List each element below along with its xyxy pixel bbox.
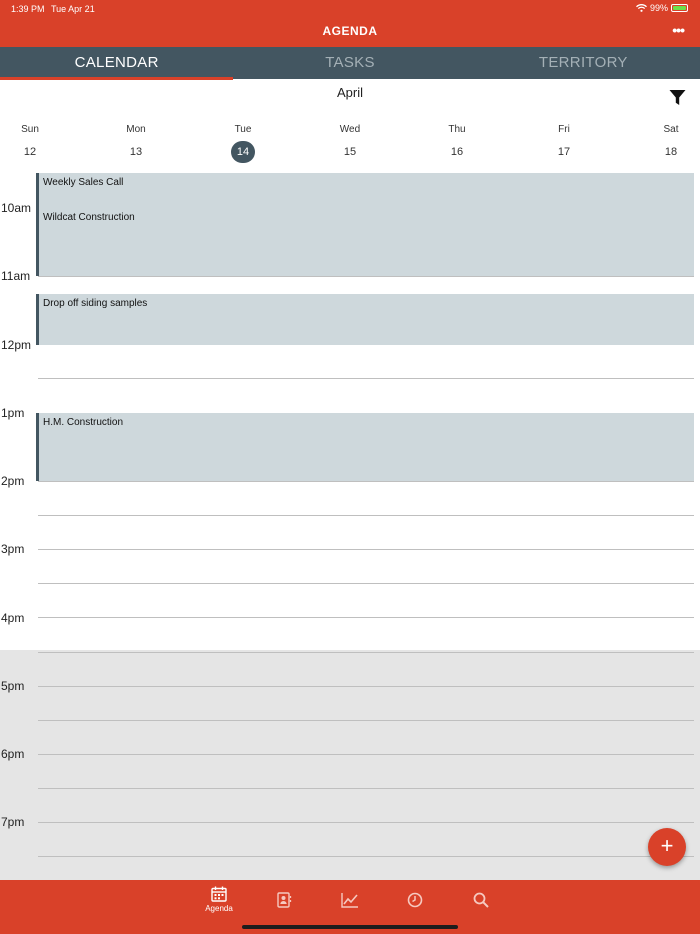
day-fri[interactable]: Fri 17 (534, 124, 594, 163)
tab-calendar[interactable]: CALENDAR (0, 47, 234, 80)
hour-line (38, 481, 694, 482)
selected-day-number: 14 (231, 141, 255, 163)
add-button[interactable]: + (648, 828, 686, 866)
hour-label: 3pm (1, 542, 25, 556)
page-title: AGENDA (322, 24, 378, 38)
battery-icon (671, 4, 688, 12)
day-tue[interactable]: Tue 14 (213, 124, 273, 163)
hour-label: 7pm (1, 815, 25, 829)
day-name: Mon (126, 124, 146, 135)
app-header: 1:39 PM Tue Apr 21 99% AGENDA ••• (0, 0, 700, 47)
chart-icon (341, 893, 358, 908)
hour-label: 6pm (1, 747, 25, 761)
calendar-icon (211, 886, 227, 902)
hour-label: 1pm (1, 406, 25, 420)
day-thu[interactable]: Thu 16 (427, 124, 487, 163)
half-hour-line (38, 788, 694, 789)
hour-line (38, 276, 694, 277)
day-name: Sun (21, 124, 39, 135)
day-mon[interactable]: Mon 13 (106, 124, 166, 163)
calendar-event[interactable]: Weekly Sales Call (36, 173, 694, 208)
ellipsis-icon[interactable]: ••• (672, 22, 685, 38)
nav-reports[interactable] (330, 892, 370, 908)
hour-line (38, 822, 694, 823)
battery-percent: 99% (649, 3, 668, 13)
hour-line (38, 686, 694, 687)
calendar-event[interactable]: Drop off siding samples (36, 294, 694, 345)
day-name: Sat (663, 124, 679, 135)
day-number: 13 (129, 146, 143, 158)
nav-contacts[interactable] (264, 892, 304, 908)
day-schedule[interactable]: 10am 11am 12pm 1pm 2pm 3pm 4pm 5pm 6pm 7… (0, 170, 700, 880)
half-hour-line (38, 378, 694, 379)
day-number: 16 (450, 146, 464, 158)
day-name: Wed (339, 124, 361, 135)
clock-icon (407, 892, 423, 908)
day-name: Tue (234, 124, 252, 135)
hour-label: 10am (1, 201, 32, 215)
hour-label: 2pm (1, 474, 25, 488)
contacts-icon (277, 892, 292, 908)
filter-icon[interactable] (669, 89, 686, 106)
half-hour-line (38, 652, 694, 653)
nav-agenda[interactable]: Agenda (199, 886, 239, 913)
wifi-icon (636, 4, 647, 12)
hour-line (38, 617, 694, 618)
half-hour-line (38, 856, 694, 857)
nav-agenda-label: Agenda (205, 904, 233, 913)
hour-label: 12pm (1, 338, 32, 352)
day-wed[interactable]: Wed 15 (320, 124, 380, 163)
hour-line (38, 549, 694, 550)
day-name: Thu (448, 124, 466, 135)
half-hour-line (38, 515, 694, 516)
day-number: 18 (664, 146, 678, 158)
hour-line (38, 754, 694, 755)
calendar-event[interactable]: H.M. Construction (36, 413, 694, 481)
tab-bar: CALENDAR TASKS TERRITORY (0, 47, 700, 80)
tab-territory[interactable]: TERRITORY (467, 47, 700, 79)
search-icon (473, 892, 489, 908)
home-indicator (242, 925, 458, 929)
hour-label: 5pm (1, 679, 25, 693)
status-time: 1:39 PM (11, 4, 45, 14)
hour-label: 4pm (1, 611, 25, 625)
day-number: 17 (557, 146, 571, 158)
nav-recent[interactable] (395, 892, 435, 908)
half-hour-line (38, 583, 694, 584)
hour-label: 11am (1, 269, 31, 283)
day-number: 12 (23, 146, 37, 158)
status-indicators: 99% (636, 3, 688, 13)
day-number: 15 (343, 146, 357, 158)
status-date: Tue Apr 21 (51, 4, 95, 14)
half-hour-line (38, 720, 694, 721)
day-sat[interactable]: Sat 18 (641, 124, 700, 163)
day-name: Fri (558, 124, 570, 135)
day-sun[interactable]: Sun 12 (0, 124, 60, 163)
nav-search[interactable] (461, 892, 501, 908)
month-title: April (336, 85, 363, 100)
calendar-event[interactable]: Wildcat Construction (36, 208, 694, 276)
tab-tasks[interactable]: TASKS (233, 47, 466, 79)
